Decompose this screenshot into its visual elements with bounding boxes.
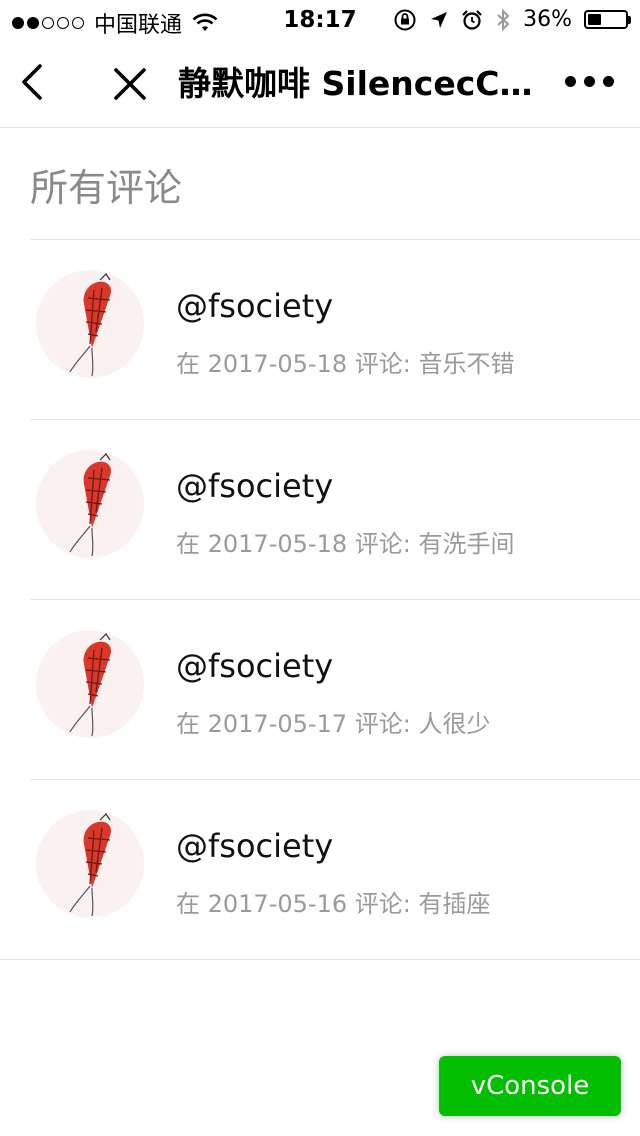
- comment-item[interactable]: @fsociety 在 2017-05-18 评论: 音乐不错: [0, 240, 640, 420]
- orientation-lock-icon: [394, 9, 416, 30]
- battery-icon: [584, 10, 631, 29]
- comment-meta: 在 2017-05-17 评论: 人很少: [176, 710, 491, 738]
- close-button[interactable]: [110, 64, 150, 104]
- more-button[interactable]: [565, 76, 614, 87]
- comment-username[interactable]: @fsociety: [176, 646, 333, 686]
- location-arrow-icon: [431, 11, 448, 28]
- comment-username[interactable]: @fsociety: [176, 286, 333, 326]
- comment-item[interactable]: @fsociety 在 2017-05-16 评论: 有插座: [0, 780, 640, 960]
- alarm-icon: [462, 9, 482, 30]
- avatar-heart-icon: [69, 453, 112, 557]
- status-right: 36%: [393, 7, 631, 32]
- avatar[interactable]: [36, 270, 144, 378]
- battery-percent: 36%: [523, 7, 572, 32]
- avatar[interactable]: [36, 450, 144, 558]
- comment-item[interactable]: @fsociety 在 2017-05-18 评论: 有洗手间: [0, 420, 640, 600]
- nav-bar: 静默咖啡 SilencecCoffee: [0, 40, 640, 128]
- comment-meta: 在 2017-05-18 评论: 有洗手间: [176, 530, 515, 558]
- close-icon: [114, 68, 146, 100]
- bluetooth-icon: [497, 8, 510, 31]
- more-icon-dot: [603, 76, 614, 87]
- page-title: 静默咖啡 SilencecCoffee: [178, 64, 548, 103]
- section-title: 所有评论: [30, 166, 183, 210]
- comment-list: @fsociety 在 2017-05-18 评论: 音乐不错 @fsociet…: [0, 240, 640, 960]
- avatar-heart-icon: [69, 273, 112, 377]
- more-icon-dot: [565, 76, 576, 87]
- chevron-left-icon: [22, 64, 42, 100]
- more-icon-dot: [584, 76, 595, 87]
- comment-meta: 在 2017-05-16 评论: 有插座: [176, 890, 491, 918]
- avatar[interactable]: [36, 810, 144, 918]
- back-button[interactable]: [14, 60, 54, 104]
- comment-username[interactable]: @fsociety: [176, 466, 333, 506]
- avatar-heart-icon: [69, 813, 112, 917]
- comment-username[interactable]: @fsociety: [176, 826, 333, 866]
- status-bar: 中国联通 18:17 36%: [0, 0, 640, 40]
- comment-item[interactable]: @fsociety 在 2017-05-17 评论: 人很少: [0, 600, 640, 780]
- avatar-heart-icon: [69, 633, 112, 737]
- battery-fill: [588, 14, 601, 25]
- avatar[interactable]: [36, 630, 144, 738]
- vconsole-button[interactable]: vConsole: [439, 1056, 621, 1116]
- comment-meta: 在 2017-05-18 评论: 音乐不错: [176, 350, 515, 378]
